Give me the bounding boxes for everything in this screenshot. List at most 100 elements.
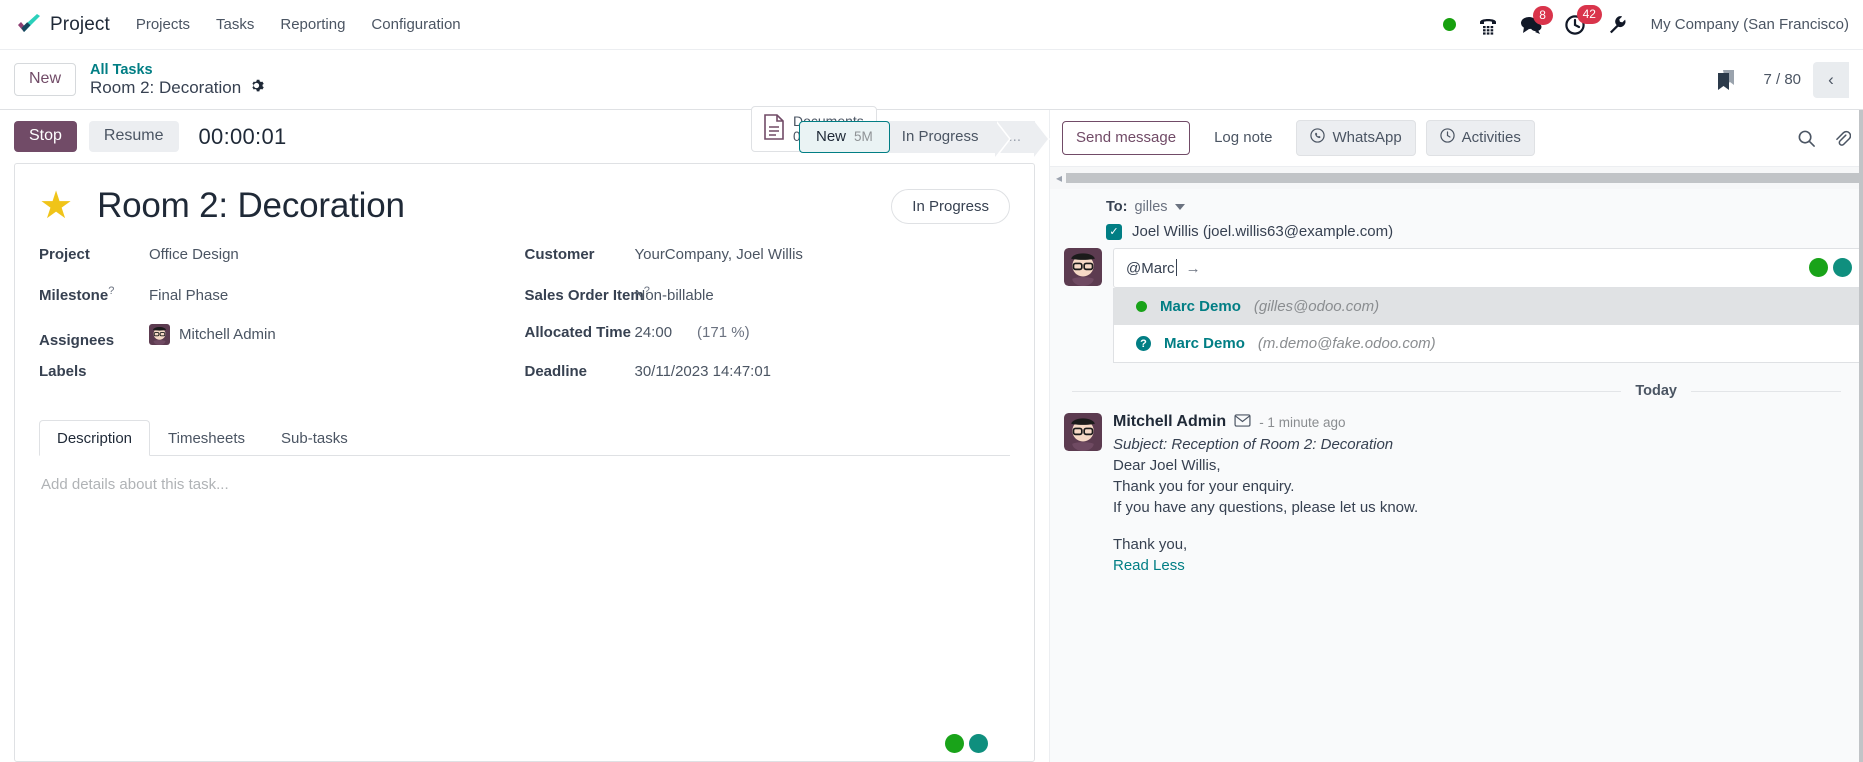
app-name[interactable]: Project — [50, 14, 110, 36]
field-deadline: Deadline 30/11/2023 14:47:01 — [525, 363, 1011, 384]
read-less-link[interactable]: Read Less — [1113, 557, 1185, 574]
tab-subtasks[interactable]: Sub-tasks — [263, 420, 366, 456]
pager-value[interactable]: 7 / 80 — [1763, 71, 1801, 88]
presence-online-icon[interactable] — [1442, 18, 1456, 31]
paperclip-icon[interactable] — [1832, 129, 1851, 148]
presence-icon-a[interactable] — [945, 734, 964, 753]
stage-new[interactable]: New 5M — [799, 120, 890, 153]
mention-suggestion-item[interactable]: ? Marc Demo (m.demo@fake.odoo.com) — [1114, 325, 1862, 362]
chevron-left-icon[interactable]: ◂ — [1056, 171, 1062, 185]
chatter-scrollbar[interactable]: ◂ — [1049, 167, 1863, 189]
status-badge[interactable]: In Progress — [891, 188, 1010, 224]
composer-avatar — [1064, 248, 1102, 286]
breadcrumb-all-tasks[interactable]: All Tasks — [90, 62, 264, 78]
search-icon[interactable] — [1797, 129, 1816, 148]
field-assignees: Assignees Mitchell Admin — [39, 324, 525, 349]
whatsapp-button-label: WhatsApp — [1332, 129, 1402, 146]
presence-icon-b[interactable] — [969, 734, 988, 753]
message-item: Mitchell Admin - 1 minute ago Subject: R… — [1050, 413, 1863, 574]
field-sales-order-item-label: Sales Order Item? — [525, 285, 650, 304]
company-switcher[interactable]: My Company (San Francisco) — [1651, 16, 1849, 33]
message-signoff: Thank you, — [1113, 536, 1188, 553]
presence-icon-a[interactable] — [1809, 258, 1828, 277]
status-bar: New 5M In Progress ... — [799, 120, 1050, 157]
recipients-block: To: gilles ✓ Joel Willis (joel.willis63@… — [1050, 199, 1863, 240]
field-milestone: Milestone? Final Phase — [39, 285, 525, 306]
main-area: Stop Resume 00:00:01 New 5M In Progress … — [0, 110, 1863, 762]
composer-column: @Marc → Marc Demo (gilles@odoo.com) ? Ma… — [1113, 248, 1863, 363]
breadcrumb-current-label: Room 2: Decoration — [90, 78, 242, 98]
field-milestone-value[interactable]: Final Phase — [149, 287, 228, 304]
activities-count-badge: 42 — [1576, 4, 1602, 24]
field-allocated-time-value[interactable]: 24:00 (171 %) — [635, 324, 750, 341]
field-assignees-value[interactable]: Mitchell Admin — [149, 324, 276, 345]
nav-item-tasks[interactable]: Tasks — [216, 16, 254, 33]
field-customer: Customer YourCompany, Joel Willis — [525, 246, 1011, 267]
message-body: Mitchell Admin - 1 minute ago Subject: R… — [1113, 413, 1849, 574]
tab-timesheets[interactable]: Timesheets — [150, 420, 263, 456]
message-author[interactable]: Mitchell Admin — [1113, 413, 1226, 431]
field-customer-label: Customer — [524, 246, 595, 263]
top-navbar: Project Projects Tasks Reporting Configu… — [0, 0, 1863, 50]
control-panel: New All Tasks Room 2: Decoration 0 7 / 8… — [0, 50, 1863, 152]
scrollbar-thumb[interactable] — [1066, 173, 1863, 183]
field-project-label: Project — [39, 246, 90, 263]
chevron-down-icon[interactable] — [1174, 204, 1185, 210]
help-icon[interactable]: ? — [108, 285, 114, 297]
new-button[interactable]: New — [14, 63, 77, 96]
description-emoji-row — [945, 734, 988, 753]
breadcrumb: All Tasks Room 2: Decoration — [90, 62, 264, 97]
nav-menu: Projects Tasks Reporting Configuration — [136, 16, 461, 33]
message-author-avatar — [1064, 413, 1102, 451]
field-customer-value[interactable]: YourCompany, Joel Willis — [635, 246, 803, 263]
nav-item-configuration[interactable]: Configuration — [371, 16, 460, 33]
nav-item-reporting[interactable]: Reporting — [280, 16, 345, 33]
pager-previous-button[interactable]: ‹ — [1813, 61, 1849, 98]
chatter-toolbar: Send message Log note WhatsApp Activitie… — [1049, 110, 1863, 167]
stage-in-progress[interactable]: In Progress — [875, 120, 1012, 157]
allocated-time-hours: 24:00 — [634, 324, 673, 341]
envelope-icon — [1234, 414, 1251, 430]
tab-description[interactable]: Description — [39, 420, 151, 456]
form-sheet: ★ Room 2: Decoration In Progress Project… — [14, 163, 1035, 762]
odoo-logo-icon[interactable] — [14, 10, 44, 40]
systray: 8 42 — [1442, 4, 1629, 36]
chatter-tool-icons — [1797, 129, 1851, 148]
bookmark-icon[interactable] — [1715, 68, 1737, 92]
timer-resume-button[interactable]: Resume — [88, 121, 179, 152]
mention-suggestion-item[interactable]: Marc Demo (gilles@odoo.com) — [1114, 288, 1862, 325]
star-icon[interactable]: ★ — [39, 187, 73, 225]
avatar — [149, 324, 170, 345]
composer-input[interactable]: @Marc — [1126, 259, 1177, 277]
message-timestamp: - 1 minute ago — [1259, 414, 1346, 430]
message-composer[interactable]: @Marc → — [1113, 248, 1863, 288]
follower-checkbox[interactable]: ✓ — [1106, 223, 1122, 240]
online-dot — [1442, 18, 1456, 31]
messages-menu[interactable]: 8 — [1520, 5, 1553, 35]
phone-dialpad-icon[interactable] — [1477, 14, 1499, 36]
arrow-right-icon[interactable]: → — [1186, 260, 1201, 277]
presence-icon-b[interactable] — [1833, 258, 1852, 277]
activities-menu[interactable]: 42 — [1564, 4, 1602, 36]
page-title[interactable]: Room 2: Decoration — [97, 186, 405, 226]
page-scrollbar[interactable] — [1859, 110, 1863, 762]
send-message-button[interactable]: Send message — [1062, 121, 1191, 155]
whatsapp-button[interactable]: WhatsApp — [1296, 120, 1416, 156]
wrench-icon[interactable] — [1607, 14, 1629, 36]
odoo-app: Project Projects Tasks Reporting Configu… — [0, 0, 1863, 762]
field-deadline-value[interactable]: 30/11/2023 14:47:01 — [635, 363, 772, 380]
description-editor[interactable]: Add details about this task... — [39, 456, 1010, 513]
field-sales-order-item-value[interactable]: Non-billable — [635, 287, 714, 304]
timer-stop-button[interactable]: Stop — [14, 121, 77, 152]
record-title-row: ★ Room 2: Decoration In Progress — [39, 186, 1010, 226]
activities-button[interactable]: Activities — [1425, 120, 1535, 156]
whatsapp-icon — [1310, 128, 1326, 147]
gear-icon[interactable] — [249, 78, 264, 97]
message-subject: Subject: Reception of Room 2: Decoration — [1113, 436, 1394, 453]
document-icon — [763, 114, 785, 143]
log-note-button[interactable]: Log note — [1200, 121, 1287, 155]
to-value: gilles — [1134, 199, 1168, 215]
field-project-value[interactable]: Office Design — [149, 246, 239, 263]
nav-item-projects[interactable]: Projects — [136, 16, 190, 33]
composer-value: @Marc — [1126, 260, 1175, 277]
